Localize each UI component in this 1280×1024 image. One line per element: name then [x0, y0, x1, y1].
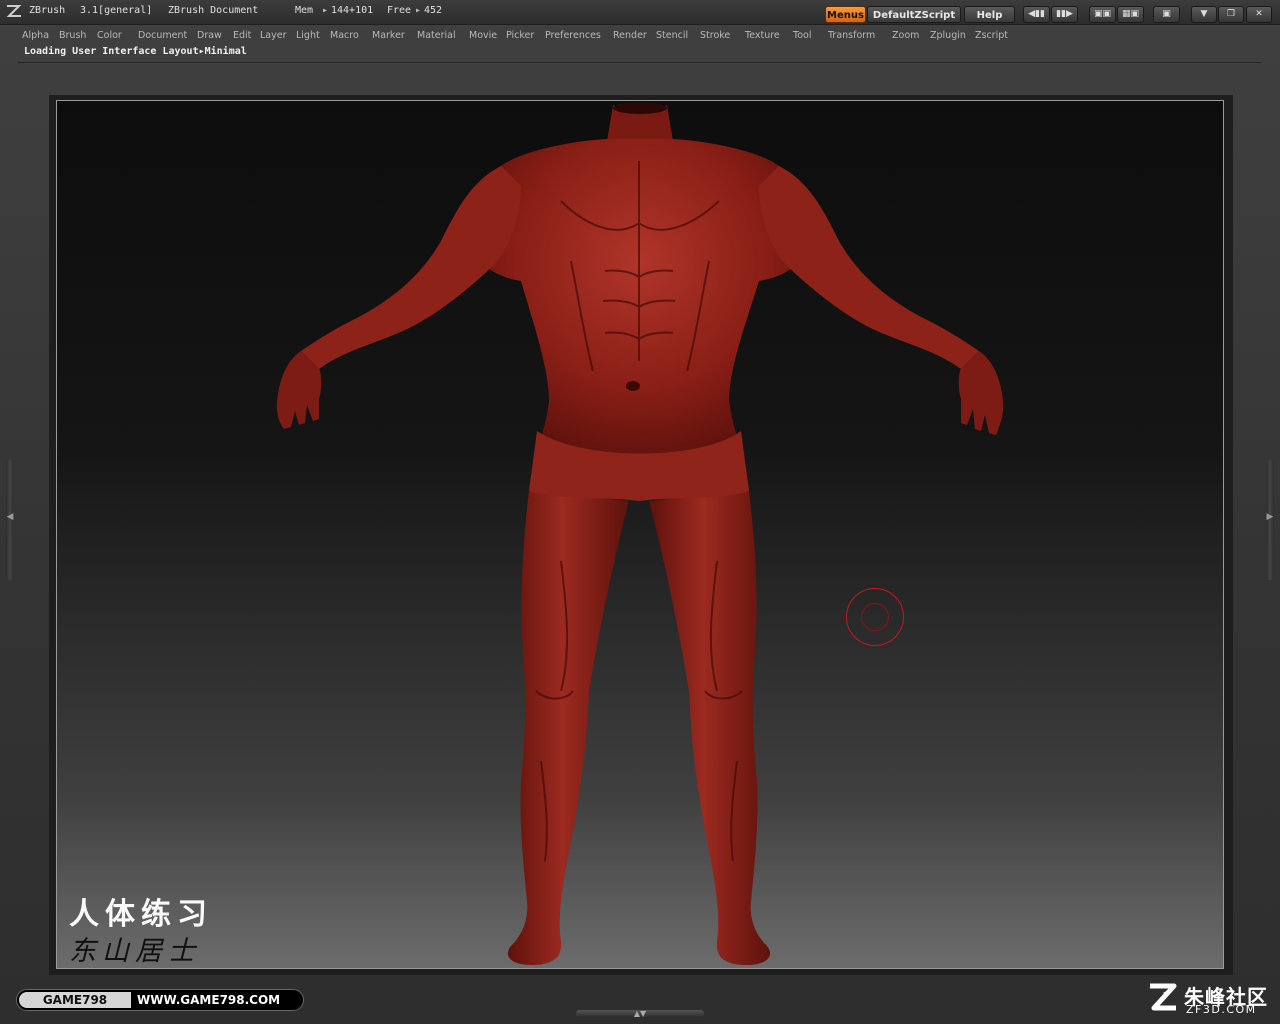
menu-stroke[interactable]: Stroke — [700, 30, 730, 41]
mem-value: 144+101 — [331, 5, 374, 16]
menu-macro[interactable]: Macro — [330, 30, 359, 41]
restore-icon[interactable]: ❐ — [1218, 6, 1244, 23]
menu-transform[interactable]: Transform — [828, 30, 875, 41]
default-zscript-button[interactable]: DefaultZScript — [867, 6, 961, 23]
menu-light[interactable]: Light — [296, 30, 320, 41]
menu-color[interactable]: Color — [97, 30, 122, 41]
menu-layer[interactable]: Layer — [260, 30, 287, 41]
chevron-left-icon: ◀ — [6, 512, 14, 522]
badge-url-text: WWW.GAME798.COM — [137, 993, 281, 1007]
menu-zplugin[interactable]: Zplugin — [930, 30, 966, 41]
menu-tool[interactable]: Tool — [793, 30, 811, 41]
mem-arrow-icon: ▸ — [322, 5, 329, 16]
document-name: ZBrush Document — [168, 5, 259, 16]
mem-label: Mem — [295, 5, 314, 16]
layout-tile-icon[interactable]: ▦▣ — [1117, 6, 1144, 23]
menus-button[interactable]: Menus — [825, 6, 866, 23]
menu-edit[interactable]: Edit — [233, 30, 251, 41]
menu-movie[interactable]: Movie — [469, 30, 497, 41]
layout-cascade-icon[interactable]: ▣▣ — [1089, 6, 1116, 23]
help-button[interactable]: Help — [964, 6, 1015, 23]
zbrush-logo-icon — [6, 5, 22, 17]
status-message: Loading User Interface Layout▸Minimal — [24, 46, 247, 57]
free-value: 452 — [424, 5, 443, 16]
anatomy-model — [276, 102, 1004, 965]
app-name: ZBrush — [29, 5, 66, 16]
badge-left-text: GAME798 — [19, 992, 131, 1008]
menu-marker[interactable]: Marker — [372, 30, 405, 41]
menu-texture[interactable]: Texture — [745, 30, 780, 41]
tray-left-icon[interactable]: ◀▮▮ — [1023, 6, 1050, 23]
zf3d-logo-icon — [1150, 983, 1177, 1011]
minimize-icon[interactable]: ▼ — [1191, 6, 1217, 23]
menu-brush[interactable]: Brush — [59, 30, 86, 41]
watermark-author: 东山居士 — [69, 936, 201, 967]
chevron-up-icon: ▲▼ — [633, 1009, 647, 1018]
tray-right-icon[interactable]: ▮▮▶ — [1051, 6, 1078, 23]
left-tray-handle[interactable]: ◀ — [6, 460, 14, 580]
title-bar: ZBrush 3.1[general] ZBrush Document Mem … — [0, 0, 1280, 25]
free-arrow-icon: ▸ — [415, 5, 422, 16]
menu-picker[interactable]: Picker — [506, 30, 534, 41]
right-tray-handle[interactable]: ▶ — [1266, 460, 1274, 580]
menu-render[interactable]: Render — [613, 30, 647, 41]
app-version: 3.1[general] — [80, 5, 153, 16]
divider — [18, 62, 1262, 63]
menu-draw[interactable]: Draw — [197, 30, 222, 41]
lock-icon[interactable]: ▣ — [1153, 6, 1180, 23]
menu-document[interactable]: Document — [138, 30, 187, 41]
menu-zoom[interactable]: Zoom — [892, 30, 919, 41]
menu-bar: Alpha Brush Color Document Draw Edit Lay… — [0, 26, 1280, 44]
bottom-tray-handle[interactable]: ▲▼ — [576, 1010, 704, 1018]
brand-en: ZF3D.COM — [1186, 1003, 1257, 1016]
close-icon[interactable]: ✕ — [1246, 6, 1272, 23]
viewport-canvas[interactable]: 人体练习 东山居士 — [56, 100, 1224, 969]
watermark-title: 人体练习 — [69, 897, 213, 932]
brush-cursor-icon — [846, 588, 904, 646]
menu-material[interactable]: Material — [417, 30, 456, 41]
menu-alpha[interactable]: Alpha — [22, 30, 49, 41]
menu-zscript[interactable]: Zscript — [975, 30, 1008, 41]
zbrush-window: ZBrush 3.1[general] ZBrush Document Mem … — [0, 0, 1280, 1024]
menu-preferences[interactable]: Preferences — [545, 30, 601, 41]
brush-cursor-inner — [861, 603, 889, 631]
chevron-right-icon: ▶ — [1266, 512, 1274, 522]
site-badge[interactable]: GAME798 WWW.GAME798.COM — [16, 989, 304, 1011]
free-label: Free — [387, 5, 412, 16]
menu-stencil[interactable]: Stencil — [656, 30, 688, 41]
